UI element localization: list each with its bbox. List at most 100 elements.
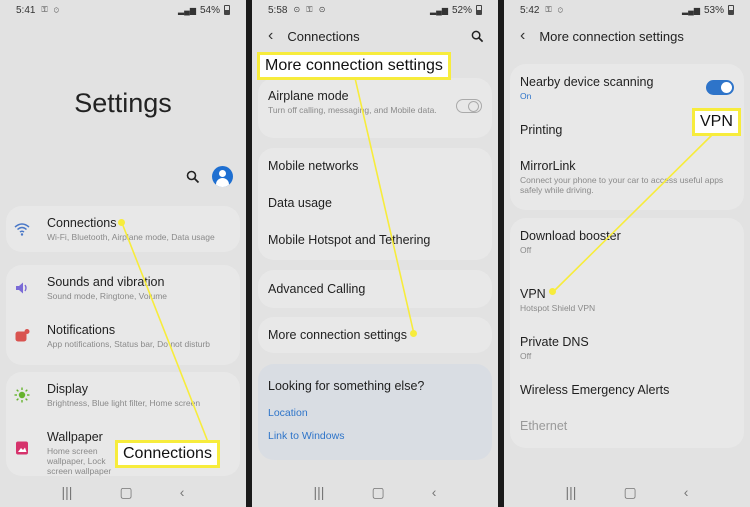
airplane-mode-sub: Turn off calling, messaging, and Mobile … xyxy=(268,105,437,115)
status-icons: ⊙ ⚿ ⊙ xyxy=(293,5,328,14)
settings-item-sub: Sound mode, Ringtone, Volume xyxy=(47,291,168,301)
recents-icon[interactable]: ||| xyxy=(566,484,577,500)
list-item-data-usage[interactable]: Data usage xyxy=(268,196,490,210)
list-item-sub: On xyxy=(520,91,532,101)
list-item-label: Advanced Calling xyxy=(268,282,366,296)
status-time: 5:41 xyxy=(16,4,36,16)
settings-item-label: Connections xyxy=(47,216,117,230)
list-item-private-dns[interactable]: Private DNS Off xyxy=(520,335,742,361)
list-item-label: Nearby device scanning xyxy=(520,75,654,89)
list-item-label: Mobile Hotspot and Tethering xyxy=(268,233,431,247)
list-item-download-booster[interactable]: Download booster Off xyxy=(520,229,742,255)
list-item-label: MirrorLink xyxy=(520,159,576,173)
battery-level: 53% xyxy=(703,4,724,16)
app-bar: ‹ More connection settings xyxy=(520,26,736,46)
settings-screen: 5:41 ⚿ ⊙ ▂▄▆ 54% Settings Connections Wi… xyxy=(0,0,246,507)
settings-item-label: Display xyxy=(47,382,88,396)
nav-bar: ||| ▢ ‹ xyxy=(504,477,750,507)
settings-item-label: Wallpaper xyxy=(47,430,103,444)
list-item-emergency-alerts[interactable]: Wireless Emergency Alerts xyxy=(520,383,742,397)
list-item-label: More connection settings xyxy=(268,328,407,342)
sun-icon xyxy=(14,387,30,403)
airplane-mode-item[interactable]: Airplane mode Turn off calling, messagin… xyxy=(268,89,438,115)
page-title: Connections xyxy=(287,28,360,44)
nav-bar: ||| ▢ ‹ xyxy=(0,477,246,507)
speaker-icon xyxy=(16,282,27,294)
settings-item-sub: Brightness, Blue light filter, Home scre… xyxy=(47,398,201,408)
list-item-mobile-networks[interactable]: Mobile networks xyxy=(268,159,490,173)
app-bar: ‹ Connections xyxy=(268,26,484,46)
battery-icon xyxy=(728,5,734,15)
page-title: More connection settings xyxy=(539,28,684,44)
home-icon[interactable]: ▢ xyxy=(119,484,132,501)
recents-icon[interactable]: ||| xyxy=(62,484,73,500)
status-bar: 5:42 ⚿ ⊙ ▂▄▆ 53% xyxy=(504,0,750,20)
home-icon[interactable]: ▢ xyxy=(623,484,636,501)
signal-icon: ▂▄▆ xyxy=(682,5,700,15)
status-bar: 5:58 ⊙ ⚿ ⊙ ▂▄▆ 52% xyxy=(252,0,498,20)
back-icon[interactable]: ‹ xyxy=(432,484,437,500)
list-item-advanced-calling[interactable]: Advanced Calling xyxy=(268,282,490,296)
airplane-mode-toggle[interactable] xyxy=(456,99,482,113)
notification-icon xyxy=(15,329,30,342)
list-item-label: Download booster xyxy=(520,229,621,243)
list-item-label: Wireless Emergency Alerts xyxy=(520,383,670,397)
status-time: 5:42 xyxy=(520,4,540,16)
signal-icon: ▂▄▆ xyxy=(178,5,196,15)
more-connection-settings-screen: 5:42 ⚿ ⊙ ▂▄▆ 53% ‹ More connection setti… xyxy=(504,0,750,507)
list-item-sub: Connect your phone to your car to access… xyxy=(520,175,724,195)
home-icon[interactable]: ▢ xyxy=(371,484,384,501)
list-item-more-connection-settings[interactable]: More connection settings xyxy=(268,328,490,342)
nav-bar: ||| ▢ ‹ xyxy=(252,477,498,507)
battery-icon xyxy=(476,5,482,15)
settings-item-sub: Wi-Fi, Bluetooth, Airplane mode, Data us… xyxy=(47,232,215,242)
recents-icon[interactable]: ||| xyxy=(314,484,325,500)
list-item-nearby-scanning[interactable]: Nearby device scanning On xyxy=(520,75,690,101)
status-icons: ⚿ ⊙ xyxy=(545,5,565,14)
list-item-ethernet: Ethernet xyxy=(520,419,742,433)
link-location[interactable]: Location xyxy=(268,407,308,419)
looking-title: Looking for something else? xyxy=(268,379,490,393)
status-icons: ⚿ ⊙ xyxy=(41,5,61,14)
page-title: Settings xyxy=(74,88,172,118)
list-item-sub: Hotspot Shield VPN xyxy=(520,303,596,313)
looking-title-text: Looking for something else? xyxy=(268,379,425,393)
settings-item-label: Notifications xyxy=(47,323,116,337)
list-item-label: Data usage xyxy=(268,196,332,210)
nearby-scanning-toggle[interactable] xyxy=(706,80,734,95)
wifi-icon xyxy=(14,223,30,236)
signal-icon: ▂▄▆ xyxy=(430,5,448,15)
callout-connections: Connections xyxy=(115,440,220,468)
settings-item-sub: Home screen wallpaper, Lock screen wallp… xyxy=(47,446,112,476)
list-item-sub: Off xyxy=(520,245,532,255)
battery-level: 52% xyxy=(451,4,472,16)
battery-icon xyxy=(224,5,230,15)
picture-icon xyxy=(16,441,28,455)
callout-vpn: VPN xyxy=(692,108,741,136)
avatar-head-icon xyxy=(219,170,226,177)
status-time: 5:58 xyxy=(268,4,288,16)
status-bar: 5:41 ⚿ ⊙ ▂▄▆ 54% xyxy=(0,0,246,20)
battery-level: 54% xyxy=(199,4,220,16)
settings-item-label: Sounds and vibration xyxy=(47,275,165,289)
list-item-label: Private DNS xyxy=(520,335,589,349)
list-item-label: Mobile networks xyxy=(268,159,359,173)
list-item-label: Ethernet xyxy=(520,419,568,433)
back-arrow-icon[interactable]: ‹ xyxy=(268,27,273,45)
avatar-body-icon xyxy=(216,178,229,187)
list-item-hotspot[interactable]: Mobile Hotspot and Tethering xyxy=(268,233,490,247)
list-item-sub: Off xyxy=(520,351,532,361)
back-icon[interactable]: ‹ xyxy=(684,484,689,500)
settings-item-sub: App notifications, Status bar, Do not di… xyxy=(47,339,211,349)
callout-dot-more-connection xyxy=(410,330,417,337)
back-icon[interactable]: ‹ xyxy=(180,484,185,500)
search-icon[interactable] xyxy=(186,170,200,184)
callout-more-connection-settings: More connection settings xyxy=(257,52,451,80)
link-to-windows[interactable]: Link to Windows xyxy=(268,430,344,442)
airplane-mode-label: Airplane mode xyxy=(268,89,349,103)
avatar[interactable] xyxy=(212,166,233,187)
callout-dot-connections xyxy=(118,219,125,226)
list-item-mirrorlink[interactable]: MirrorLink Connect your phone to your ca… xyxy=(520,159,726,195)
search-icon[interactable] xyxy=(471,30,484,43)
back-arrow-icon[interactable]: ‹ xyxy=(520,27,525,45)
